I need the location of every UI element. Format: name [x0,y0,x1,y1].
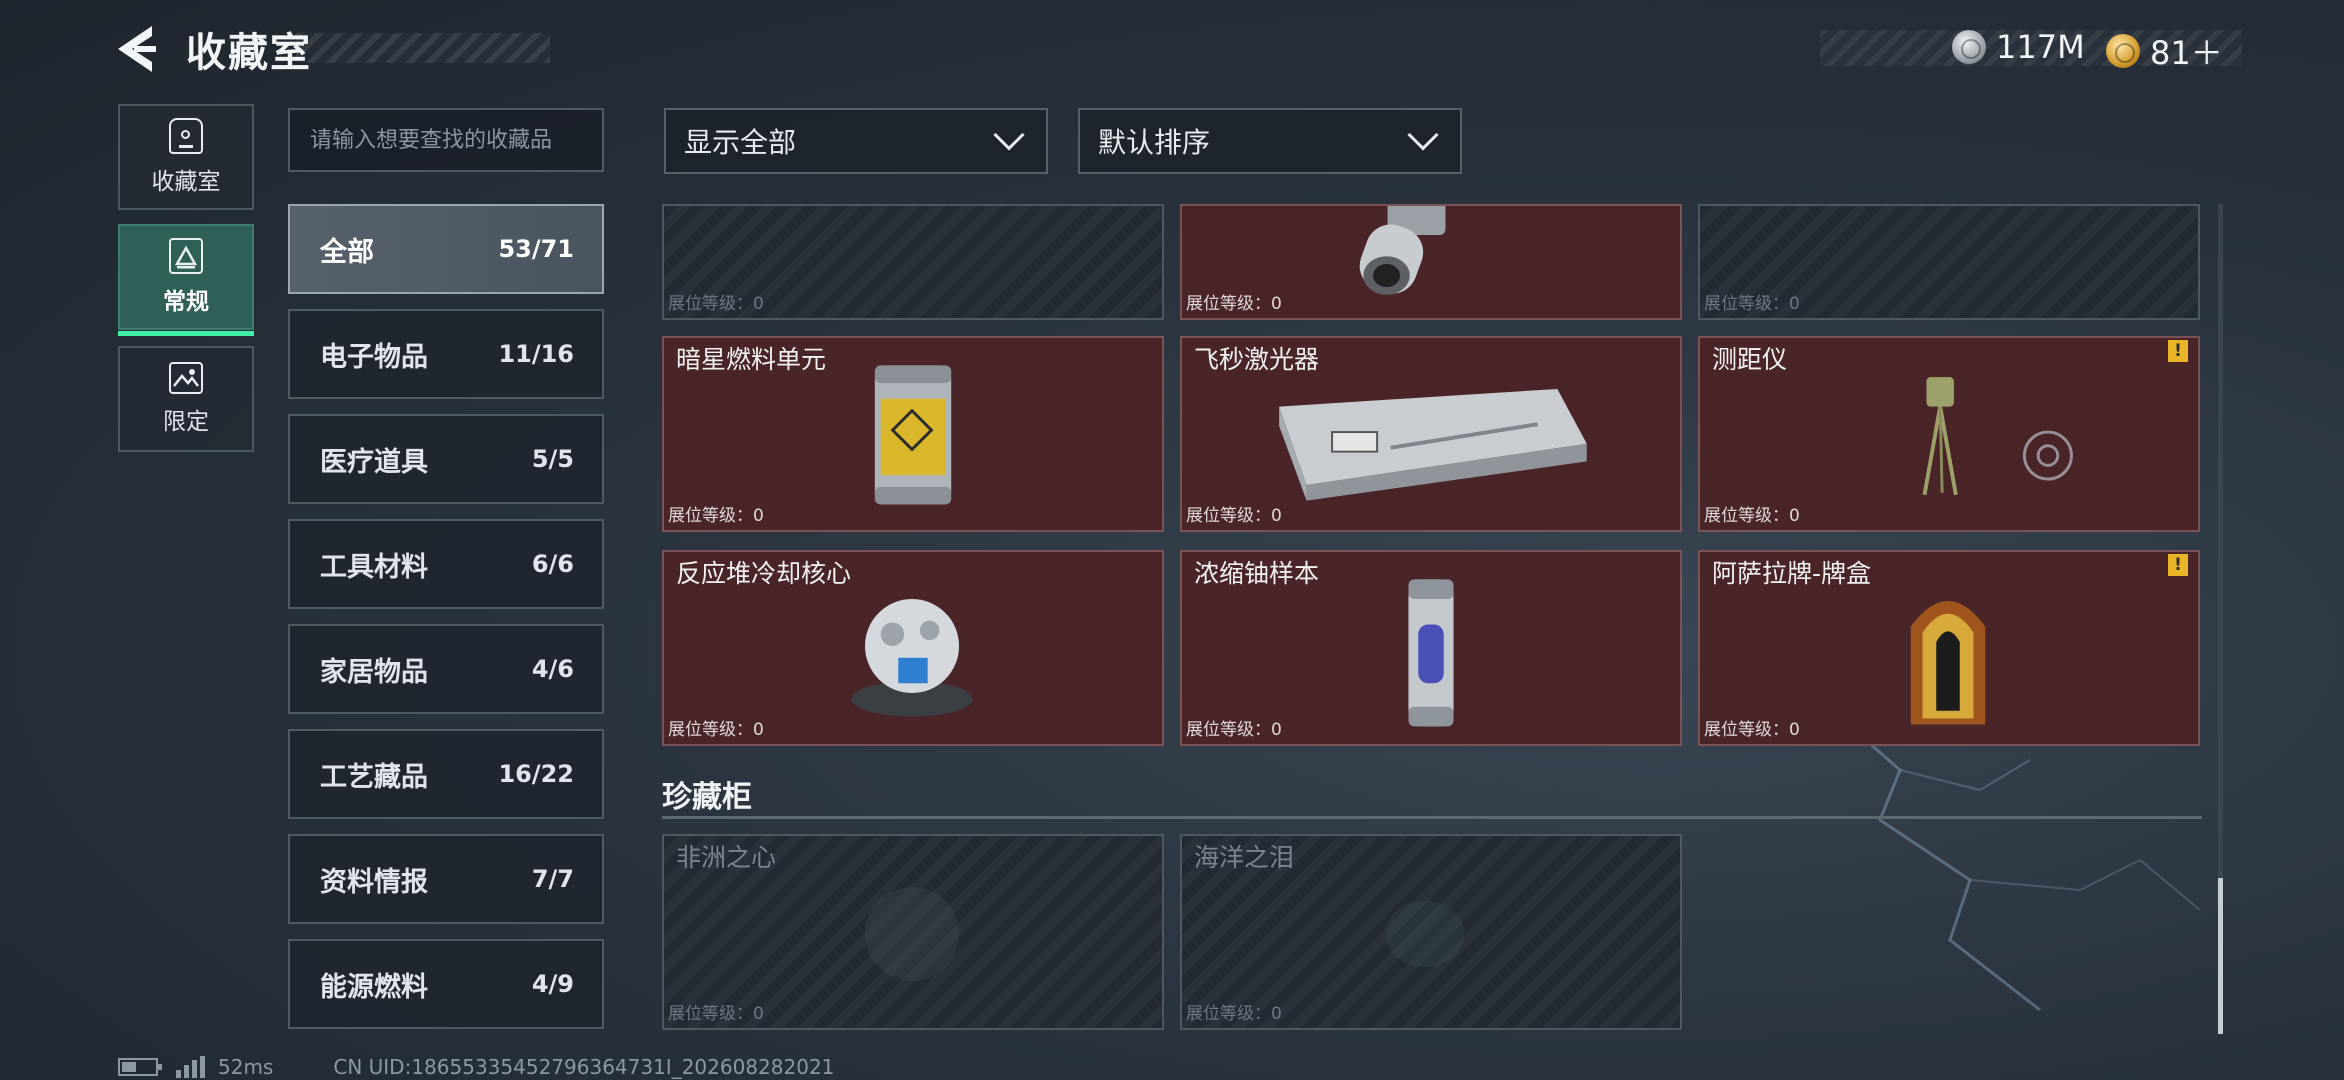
section-title-showcase: 珍藏柜 [662,780,752,815]
category-electronics[interactable]: 电子物品 11/16 [288,309,604,399]
category-name: 能源燃料 [320,971,428,1003]
collection-item[interactable]: 阿萨拉牌-牌盒 ! 展位等级：0 [1698,550,2200,746]
item-name: 阿萨拉牌-牌盒 [1712,559,1872,588]
category-name: 工艺藏品 [320,761,428,793]
collection-item[interactable]: 展位等级：0 [1180,204,1682,320]
category-count: 53/71 [498,235,574,263]
category-intel[interactable]: 资料情报 7/7 [288,834,604,924]
image-icon [169,362,203,394]
category-count: 6/6 [531,550,574,578]
title-decoration [296,33,550,63]
sort-value: 默认排序 [1098,126,1211,159]
display-filter-value: 显示全部 [684,126,797,159]
category-name: 全部 [320,236,374,268]
display-level: 展位等级：0 [1704,720,1800,740]
item-name: 测距仪 [1712,345,1788,374]
category-name: 资料情报 [320,866,428,898]
gold-currency[interactable]: 81＋ [2106,28,2223,74]
item-name: 非洲之心 [676,843,777,872]
category-tools[interactable]: 工具材料 6/6 [288,519,604,609]
scrollbar-thumb[interactable] [2218,878,2223,1034]
battery-icon [118,1058,162,1076]
rail-tab-regular[interactable]: 常规 [118,224,254,336]
page-title: 收藏室 [186,30,312,76]
silver-currency[interactable]: 117M [1952,28,2085,66]
category-count: 11/16 [498,340,574,368]
box-icon [169,118,203,154]
rail-tab-label: 限定 [163,409,209,435]
signal-icon [176,1056,208,1078]
category-count: 5/5 [531,445,574,473]
rail-tab-label: 收藏室 [151,169,221,195]
item-name: 飞秒激光器 [1194,345,1320,374]
scrollbar[interactable] [2218,204,2223,1034]
display-level: 展位等级：0 [1704,506,1800,526]
rail-tab-collection[interactable]: 收藏室 [118,104,254,210]
display-level: 展位等级：0 [1186,1004,1282,1024]
silver-coin-icon [1952,30,1986,64]
collection-item[interactable]: 展位等级：0 [1698,204,2200,320]
user-uid: CN UID:18655335452796364731I_20260828202… [333,1055,835,1079]
collection-item[interactable]: 反应堆冷却核心 展位等级：0 [662,550,1164,746]
silver-currency-value: 117M [1996,28,2085,66]
category-name: 医疗道具 [320,446,428,478]
warning-icon: ! [2168,340,2188,362]
ping-value: 52ms [218,1055,274,1079]
category-crafts[interactable]: 工艺藏品 16/22 [288,729,604,819]
sort-dropdown[interactable]: 默认排序 [1078,108,1462,174]
display-level: 展位等级：0 [1186,720,1282,740]
item-name: 海洋之泪 [1194,843,1295,872]
showcase-item[interactable]: 海洋之泪 展位等级：0 [1180,834,1682,1030]
rail-tab-label: 常规 [163,289,209,315]
section-divider [662,816,2202,819]
collection-item[interactable]: 浓缩铀样本 展位等级：0 [1180,550,1682,746]
collection-item[interactable]: 飞秒激光器 展位等级：0 [1180,336,1682,532]
item-name: 暗星燃料单元 [676,345,827,374]
category-all[interactable]: 全部 53/71 [288,204,604,294]
back-arrow-icon [118,26,156,72]
display-level: 展位等级：0 [668,1004,764,1024]
category-count: 4/9 [531,970,574,998]
display-level: 展位等级：0 [1704,294,1800,314]
collection-item[interactable]: 测距仪 ! 展位等级：0 [1698,336,2200,532]
status-footer: 52ms CN UID:18655335452796364731I_202608… [118,1054,834,1080]
display-filter-dropdown[interactable]: 显示全部 [664,108,1048,174]
item-name: 浓缩铀样本 [1194,559,1320,588]
category-name: 电子物品 [320,341,428,373]
gold-currency-value: 81＋ [2150,34,2223,72]
display-level: 展位等级：0 [1186,506,1282,526]
chevron-down-icon [993,119,1025,151]
category-name: 家居物品 [320,656,428,688]
category-medical[interactable]: 医疗道具 5/5 [288,414,604,504]
category-count: 16/22 [498,760,574,788]
back-button[interactable] [112,22,162,76]
collection-grid: 展位等级：0 展位等级：0 展位等级：0 暗星燃料单元 展位等级：0 飞秒激光器… [662,204,2208,1034]
warning-icon: ! [2168,554,2188,576]
rail-tab-limited[interactable]: 限定 [118,346,254,452]
display-level: 展位等级：0 [668,294,764,314]
display-level: 展位等级：0 [1186,294,1282,314]
category-name: 工具材料 [320,551,428,583]
category-household[interactable]: 家居物品 4/6 [288,624,604,714]
warning-frame-icon [169,238,203,274]
display-level: 展位等级：0 [668,720,764,740]
category-count: 4/6 [531,655,574,683]
showcase-item[interactable]: 非洲之心 展位等级：0 [662,834,1164,1030]
item-name: 反应堆冷却核心 [676,559,852,588]
collection-item[interactable]: 展位等级：0 [662,204,1164,320]
search-input[interactable] [288,108,604,172]
gold-coin-icon [2106,34,2140,68]
collection-item[interactable]: 暗星燃料单元 展位等级：0 [662,336,1164,532]
top-bar: 收藏室 117M 81＋ [0,0,2344,100]
category-count: 7/7 [531,865,574,893]
chevron-down-icon [1407,119,1439,151]
category-energy[interactable]: 能源燃料 4/9 [288,939,604,1029]
display-level: 展位等级：0 [668,506,764,526]
